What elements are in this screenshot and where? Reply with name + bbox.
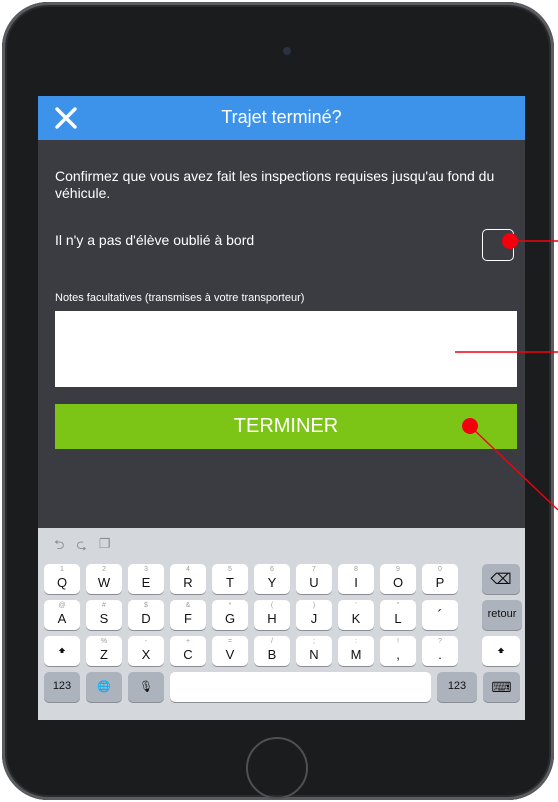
key-o[interactable]: 9O bbox=[380, 564, 416, 594]
key-b[interactable]: / B bbox=[254, 636, 290, 666]
notes-label: Notes facultatives (transmises à votre t… bbox=[55, 292, 305, 304]
key-c[interactable]: + C bbox=[170, 636, 206, 666]
key-g[interactable]: * G bbox=[212, 600, 248, 630]
key-i[interactable]: 8I bbox=[338, 564, 374, 594]
key-a[interactable]: @ A bbox=[44, 600, 80, 630]
backspace-icon: ⌫ bbox=[490, 571, 512, 588]
on-screen-keyboard: ⮌ ⮎ ❐ 1Q 2W 3E 4R 5T 6Y 7U 8I 9O 0P ⌫ @ A… bbox=[38, 528, 525, 720]
dictation-key[interactable]: 🎙 bbox=[128, 672, 164, 702]
key-m[interactable]: :M bbox=[338, 636, 374, 666]
key-p[interactable]: 0P bbox=[422, 564, 458, 594]
terminer-button[interactable]: TERMINER bbox=[55, 404, 517, 449]
checkbox-label: Il n'y a pas d'élève oublié à bord bbox=[55, 232, 255, 248]
undo-icon[interactable]: ⮌ bbox=[54, 536, 64, 554]
keyboard-toolbar: ⮌ ⮎ ❐ bbox=[54, 536, 111, 554]
annotation-dot-checkbox bbox=[502, 233, 518, 249]
globe-icon: 🌐 bbox=[97, 681, 111, 693]
home-button[interactable] bbox=[246, 737, 308, 799]
return-key[interactable]: retour bbox=[482, 600, 522, 630]
key-comma[interactable]: !, bbox=[380, 636, 416, 666]
space-key[interactable] bbox=[170, 672, 431, 702]
key-u[interactable]: 7U bbox=[296, 564, 332, 594]
globe-key[interactable]: 🌐 bbox=[86, 672, 122, 702]
key-s[interactable]: # S bbox=[86, 600, 122, 630]
key-t[interactable]: 5T bbox=[212, 564, 248, 594]
key-f[interactable]: & F bbox=[170, 600, 206, 630]
header-bar: Trajet terminé? bbox=[38, 96, 525, 140]
tablet-device: Trajet terminé? Confirmez que vous avez … bbox=[2, 2, 554, 800]
page-title: Trajet terminé? bbox=[221, 107, 342, 127]
shift-icon: 🠹 bbox=[496, 643, 505, 658]
keyboard-hide-icon: ⌨ bbox=[491, 679, 512, 695]
key-l[interactable]: " L bbox=[380, 600, 416, 630]
key-w[interactable]: 2W bbox=[86, 564, 122, 594]
key-n[interactable]: ; N bbox=[296, 636, 332, 666]
redo-icon[interactable]: ⮎ bbox=[76, 536, 86, 554]
confirm-instructions: Confirmez que vous avez fait les inspect… bbox=[55, 168, 495, 201]
key-y[interactable]: 6Y bbox=[254, 564, 290, 594]
key-q[interactable]: 1Q bbox=[44, 564, 80, 594]
key-k[interactable]: ' K bbox=[338, 600, 374, 630]
key-accent[interactable]: ´ bbox=[422, 600, 458, 630]
key-x[interactable]: -X bbox=[128, 636, 164, 666]
key-v[interactable]: = V bbox=[212, 636, 248, 666]
backspace-key[interactable]: ⌫ bbox=[482, 564, 520, 594]
microphone-icon: 🎙 bbox=[139, 681, 153, 693]
app-screen: Trajet terminé? Confirmez que vous avez … bbox=[38, 96, 525, 720]
hide-keyboard-key[interactable]: ⌨ bbox=[483, 672, 520, 702]
key-d[interactable]: $ D bbox=[128, 600, 164, 630]
numbers-key-right[interactable]: 123 bbox=[437, 672, 477, 702]
key-period[interactable]: ?. bbox=[422, 636, 458, 666]
shift-icon: 🠹 bbox=[57, 643, 66, 658]
key-j[interactable]: ) J bbox=[296, 600, 332, 630]
shift-left-key[interactable]: 🠹 bbox=[44, 636, 80, 666]
key-r[interactable]: 4R bbox=[170, 564, 206, 594]
annotation-dot-terminer bbox=[462, 418, 478, 434]
key-h[interactable]: (H bbox=[254, 600, 290, 630]
numbers-key-left[interactable]: 123 bbox=[44, 672, 80, 702]
key-e[interactable]: 3E bbox=[128, 564, 164, 594]
key-z[interactable]: % Z bbox=[86, 636, 122, 666]
notes-input[interactable] bbox=[55, 311, 517, 387]
camera-dot bbox=[283, 47, 291, 55]
paste-icon[interactable]: ❐ bbox=[99, 536, 111, 554]
shift-right-key[interactable]: 🠹 bbox=[482, 636, 520, 666]
